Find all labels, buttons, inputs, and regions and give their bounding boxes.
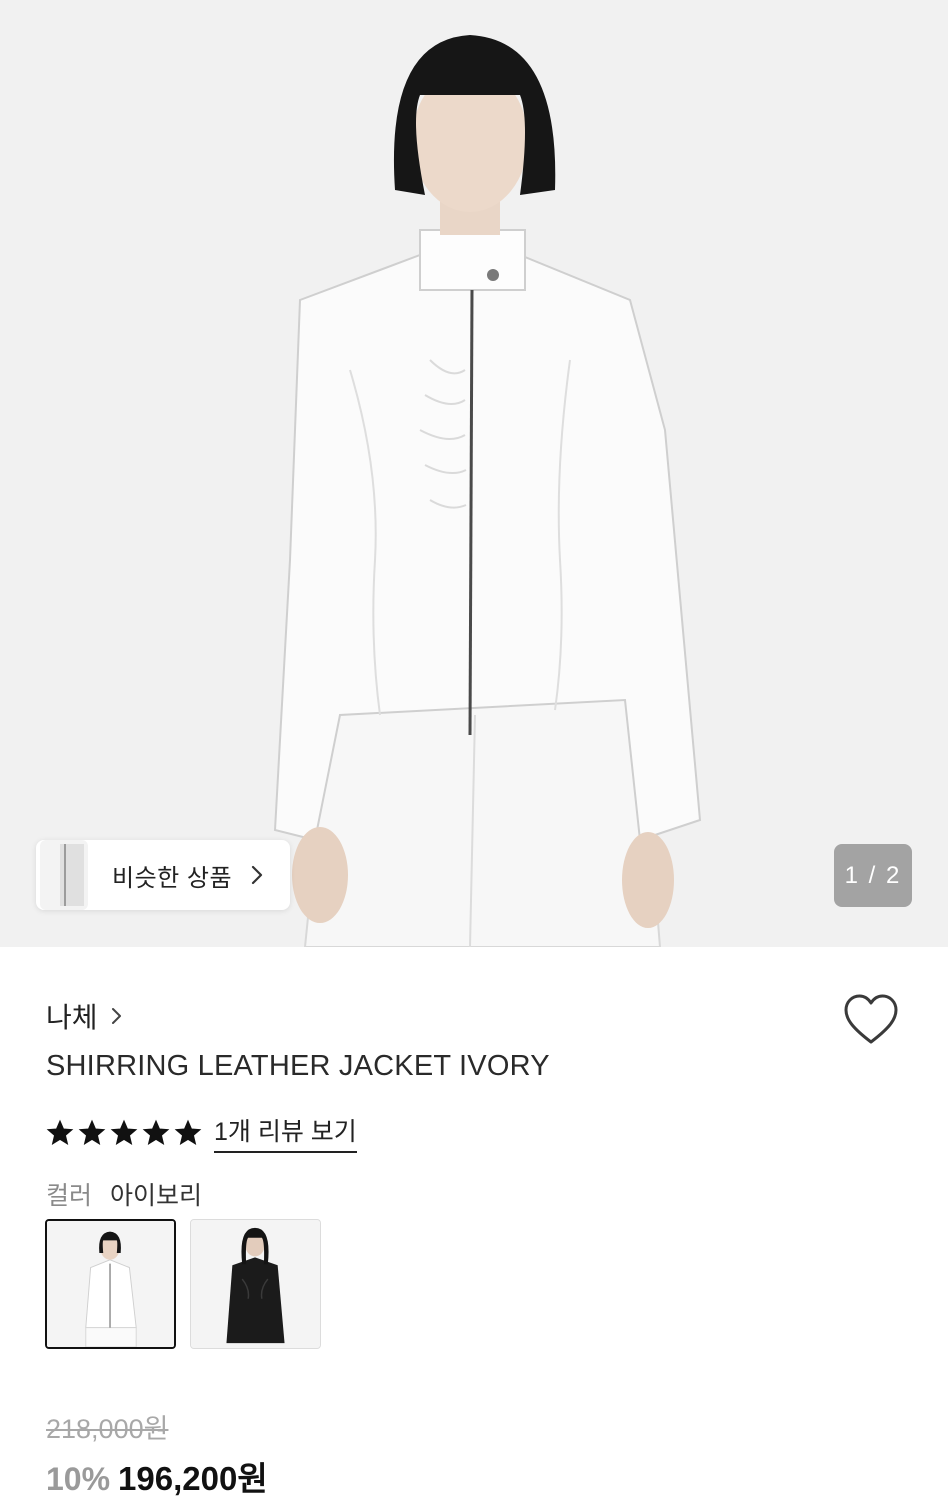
star-icon: [142, 1119, 170, 1145]
product-title: SHIRRING LEATHER JACKET IVORY: [46, 1050, 550, 1082]
view-reviews-link[interactable]: 1개 리뷰 보기: [214, 1112, 357, 1153]
color-label: 컬러: [46, 1182, 93, 1210]
brand-link[interactable]: 나체: [46, 996, 126, 1036]
chevron-right-icon: [251, 865, 263, 885]
rating-row: 1개 리뷰 보기: [46, 1112, 357, 1153]
color-option-row: 컬러 아이보리: [46, 1176, 202, 1212]
color-swatch-black[interactable]: [190, 1219, 321, 1349]
price-row: 10% 196,200원: [46, 1452, 268, 1500]
wishlist-heart-icon[interactable]: [842, 992, 900, 1048]
similar-products-button[interactable]: 비슷한 상품: [36, 840, 290, 910]
star-icon: [46, 1119, 74, 1145]
original-price: 218,000원: [46, 1414, 169, 1444]
product-image-gallery[interactable]: 비슷한 상품 1 / 2: [0, 0, 948, 947]
rating-stars: [46, 1119, 202, 1147]
star-icon: [174, 1119, 202, 1145]
discount-rate: 10%: [46, 1461, 111, 1497]
selected-color-value: 아이보리: [110, 1182, 203, 1210]
chevron-right-icon: [111, 1008, 121, 1024]
product-photo: [0, 0, 948, 947]
similar-products-label: 비슷한 상품: [112, 864, 233, 892]
similar-product-thumbnail: [40, 840, 88, 910]
brand-name: 나체: [46, 1002, 98, 1033]
star-icon: [110, 1119, 138, 1145]
color-swatch-ivory[interactable]: [45, 1219, 176, 1349]
star-icon: [78, 1119, 106, 1145]
sale-price: 196,200원: [118, 1460, 268, 1497]
image-page-indicator: 1 / 2: [834, 844, 912, 907]
